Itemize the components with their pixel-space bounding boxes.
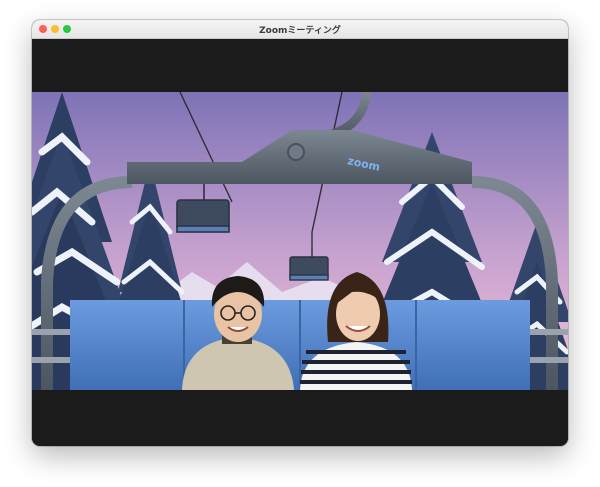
video-area[interactable]: zoom [32, 39, 568, 446]
window-title: Zoomミーティング [259, 26, 341, 36]
hanger-bolt [287, 143, 305, 161]
virtual-background-video: zoom [32, 92, 568, 390]
zoom-meeting-window: Zoomミーティング zoom [32, 20, 568, 446]
title-bar: Zoomミーティング [32, 20, 568, 39]
